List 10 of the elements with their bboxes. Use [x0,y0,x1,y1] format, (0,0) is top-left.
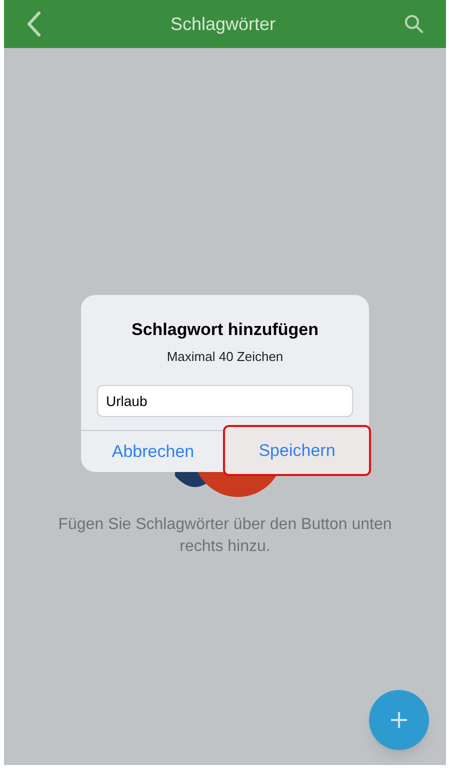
search-icon[interactable] [404,14,424,34]
dialog-title: Schlagwort hinzufügen [130,319,320,341]
dialog-subtitle: Maximal 40 Zeichen [166,348,284,366]
back-icon[interactable] [26,11,42,37]
dialog-button[interactable]: Speichern [223,425,371,476]
plus-icon [390,711,408,729]
dialog-button[interactable]: Abbrechen [81,431,225,472]
screen-title: Schlagwörter [170,12,276,36]
empty-state-message: Fügen Sie Schlagwörter über den Button unten rechts hinzu. [57,515,393,557]
input-field[interactable]: Urlaub [97,385,353,417]
